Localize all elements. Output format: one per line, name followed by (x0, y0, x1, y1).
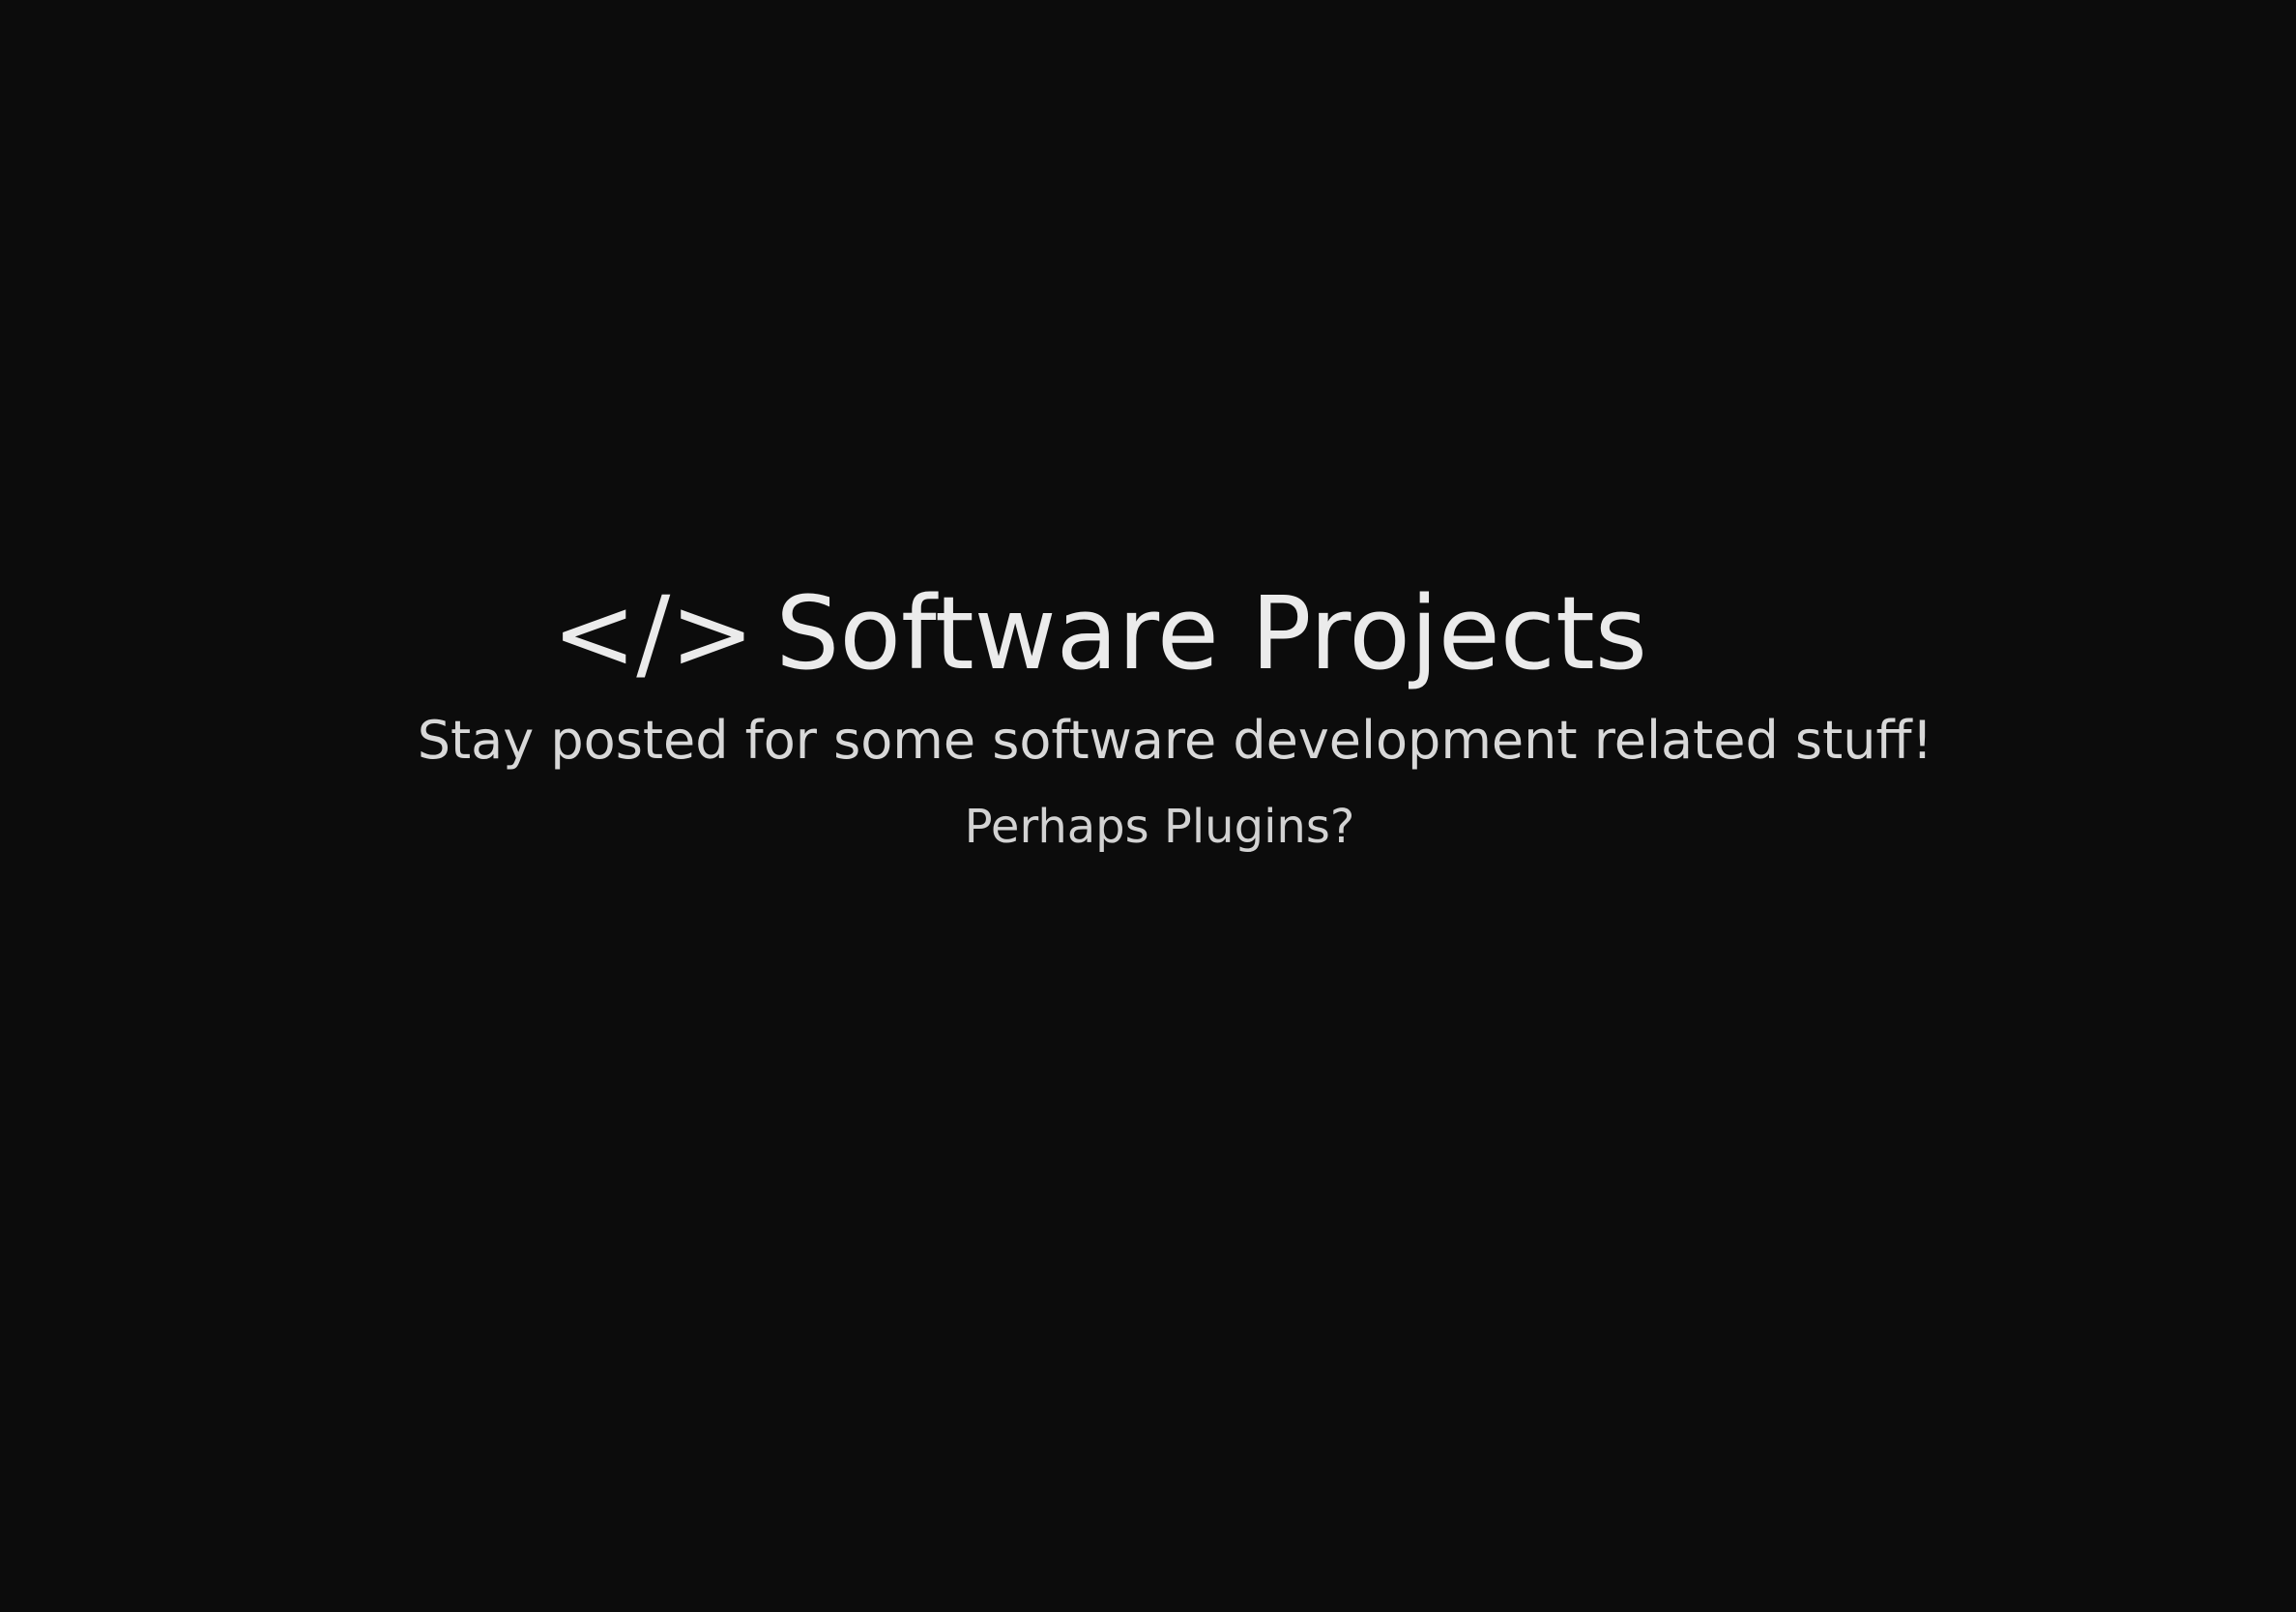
page-title: </> Software Projects (0, 571, 2248, 696)
page: </> Software Projects Stay posted for som… (0, 0, 2296, 1612)
title-text: Software Projects (775, 574, 1647, 692)
code-icon: </> (552, 574, 755, 692)
subtitle: Stay posted for some software developmen… (417, 710, 1933, 771)
hero-section: </> Software Projects Stay posted for som… (0, 571, 2296, 861)
note-text: Perhaps Plugins? (964, 800, 1355, 854)
